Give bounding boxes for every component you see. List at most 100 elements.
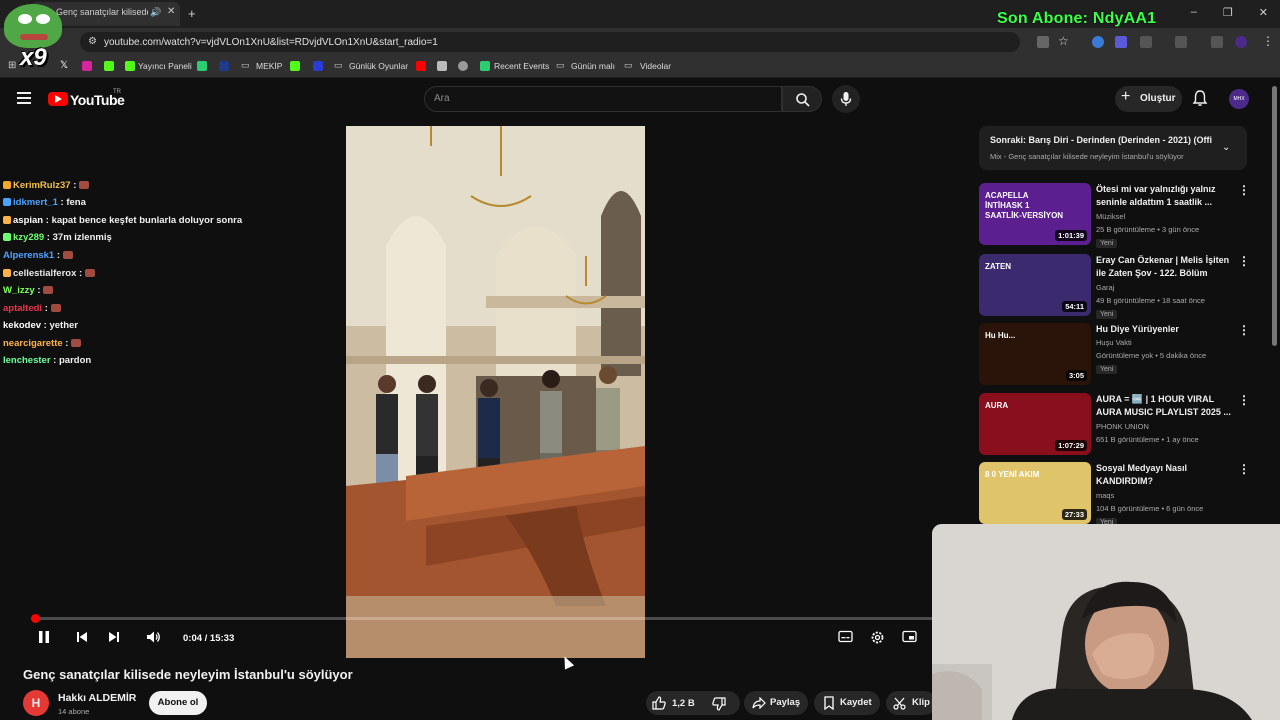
- more-options-icon[interactable]: ⋮: [1238, 323, 1250, 337]
- bookmark-recent-events[interactable]: Recent Events: [494, 61, 549, 71]
- up-next-panel[interactable]: [979, 126, 1247, 170]
- clip-button[interactable]: Klip: [886, 691, 936, 715]
- progress-bar[interactable]: [34, 617, 932, 620]
- recommendation-title[interactable]: Sosyal Medyayı Nasıl KANDIRDIM?: [1096, 462, 1231, 488]
- recommendation-title[interactable]: Ötesi mi var yalnızlığı yalnız seninle a…: [1096, 183, 1231, 209]
- recommendation-channel[interactable]: PHONK UNION: [1096, 422, 1149, 431]
- recommendation-thumbnail[interactable]: ZATEN 54:11: [979, 254, 1091, 316]
- recommendation-channel[interactable]: maqs: [1096, 491, 1114, 500]
- tab-search-icon[interactable]: [1211, 36, 1223, 48]
- extension-icon[interactable]: [1115, 36, 1127, 48]
- channel-name[interactable]: Hakkı ALDEMİR: [58, 692, 136, 704]
- save-button[interactable]: Kaydet: [814, 691, 880, 715]
- channel-avatar[interactable]: H: [23, 690, 49, 716]
- bookmark-videolar[interactable]: Videolar: [640, 61, 671, 71]
- hamburger-menu-icon[interactable]: [17, 92, 31, 104]
- more-options-icon[interactable]: ⋮: [1238, 393, 1250, 407]
- subscribe-button[interactable]: Abone ol: [149, 691, 207, 715]
- subscriber-count: 14 abone: [58, 707, 90, 716]
- profile-icon[interactable]: [1235, 36, 1247, 48]
- chat-emote-icon: [62, 251, 73, 260]
- install-icon[interactable]: [1037, 36, 1049, 48]
- extension-icon[interactable]: [1092, 36, 1104, 48]
- bookmark-gunun-mali[interactable]: Günün malı: [571, 61, 615, 71]
- account-avatar[interactable]: MHX: [1229, 89, 1249, 109]
- pause-button[interactable]: [38, 630, 50, 647]
- instagram-bookmark-icon[interactable]: [82, 61, 92, 71]
- progress-scrubber[interactable]: [31, 614, 40, 623]
- bookmark-icon[interactable]: [219, 61, 229, 71]
- bookmark-icon[interactable]: [197, 61, 207, 71]
- chevron-down-icon[interactable]: ⌄: [1222, 142, 1230, 153]
- previous-button[interactable]: [76, 630, 88, 647]
- previous-icon: [77, 632, 87, 642]
- recommendation-meta: 104 B görüntüleme • 6 gün önce: [1096, 504, 1204, 513]
- bookmark-yayinci-paneli[interactable]: Yayıncı Paneli: [138, 61, 192, 71]
- more-options-icon[interactable]: ⋮: [1238, 254, 1250, 268]
- recommendation-thumbnail[interactable]: AURA 1:07:29: [979, 393, 1091, 455]
- url-text[interactable]: youtube.com/watch?v=vjdVLOn1XnU&list=RDv…: [104, 37, 438, 48]
- next-button[interactable]: [108, 630, 120, 647]
- more-options-icon[interactable]: ⋮: [1238, 462, 1250, 476]
- site-info-icon[interactable]: ⚙: [88, 36, 97, 47]
- voice-search-button[interactable]: [832, 85, 860, 113]
- kick-bookmark-icon[interactable]: [290, 61, 300, 71]
- sidebar-icon[interactable]: [1175, 36, 1187, 48]
- kick-bookmark-icon[interactable]: [104, 61, 114, 71]
- bookmark-mekip[interactable]: MEKİP: [256, 61, 282, 71]
- recommendation-channel[interactable]: Garaj: [1096, 283, 1114, 292]
- tab-close-icon[interactable]: ✕: [167, 6, 175, 17]
- close-window-button[interactable]: ✕: [1259, 6, 1268, 19]
- maximize-button[interactable]: ❐: [1223, 6, 1233, 19]
- bookmark-gunluk-oyunlar[interactable]: Günlük Oyunlar: [349, 61, 408, 71]
- recommendation-thumbnail[interactable]: Hu Hu... 3:05: [979, 323, 1091, 385]
- video-frame[interactable]: [346, 126, 645, 658]
- youtube-bookmark-icon[interactable]: [416, 61, 426, 71]
- kick-bookmark-icon[interactable]: [125, 61, 135, 71]
- minimize-button[interactable]: –: [1191, 6, 1197, 19]
- apps-grid-icon[interactable]: ⊞: [8, 60, 16, 71]
- page-scrollbar[interactable]: [1272, 86, 1277, 346]
- recommendation-title[interactable]: Hu Diye Yürüyenler: [1096, 323, 1231, 336]
- recommendation-meta: 25 B görüntüleme • 3 gün önce: [1096, 225, 1200, 234]
- recommendation-title[interactable]: Eray Can Özkenar | Melis İşiten ile Zate…: [1096, 254, 1231, 280]
- miniplayer-button[interactable]: [902, 630, 917, 646]
- new-tab-button[interactable]: +: [188, 6, 196, 21]
- bookmark-icon[interactable]: [313, 61, 323, 71]
- x-bookmark-icon[interactable]: 𝕏: [60, 60, 68, 71]
- chat-message: cellestialferox :: [3, 268, 95, 279]
- chat-badge-icon: [3, 216, 11, 225]
- bookmark-icon[interactable]: [437, 61, 447, 71]
- new-badge: Yeni: [1096, 365, 1118, 374]
- recommendation-channel[interactable]: Müziksel: [1096, 212, 1125, 221]
- more-options-icon[interactable]: ⋮: [1238, 183, 1250, 197]
- browser-menu-icon[interactable]: ⋮: [1262, 34, 1274, 48]
- share-button[interactable]: Paylaş: [744, 691, 808, 715]
- search-button[interactable]: [782, 86, 822, 112]
- bookmark-star-icon[interactable]: ☆: [1058, 34, 1069, 48]
- recommendation-thumbnail[interactable]: ACAPELLA İNTİHASK 1 SAATLİK-VERSİYON 1:01…: [979, 183, 1091, 245]
- notifications-bell-icon[interactable]: [1192, 89, 1208, 107]
- recommendation-thumbnail[interactable]: 8 0 YENİ AKIM 27:33: [979, 462, 1091, 524]
- settings-button[interactable]: [870, 630, 885, 648]
- folder-icon: ▭: [556, 60, 565, 70]
- tab-audio-icon[interactable]: 🔊: [150, 7, 161, 18]
- bookmark-icon: [824, 696, 834, 710]
- volume-button[interactable]: [146, 630, 162, 647]
- bookmark-icon[interactable]: [480, 61, 490, 71]
- bookmark-icon[interactable]: [458, 61, 468, 71]
- dislike-button[interactable]: [712, 697, 726, 716]
- recommendation-title[interactable]: AURA = 🆒 | 1 HOUR VIRAL AURA MUSIC PLAYL…: [1096, 393, 1231, 419]
- search-input[interactable]: [424, 86, 782, 112]
- subtitles-button[interactable]: [838, 630, 853, 646]
- like-button[interactable]: [652, 696, 666, 715]
- chat-message: aspian : kapat bence keşfet bunlarla dol…: [3, 215, 242, 226]
- chat-username: KerimRulz37: [13, 180, 71, 191]
- chat-message: kzy289 : 37m izlenmiş: [3, 232, 112, 243]
- extensions-puzzle-icon[interactable]: [1140, 36, 1152, 48]
- chat-emote-icon: [71, 339, 82, 348]
- recommendation-channel[interactable]: Huşu Vakti: [1096, 338, 1132, 347]
- tab-title[interactable]: Genç sanatçılar kilisede ney: [56, 7, 148, 17]
- thumbnail-text: AURA: [985, 401, 1009, 410]
- up-next-title[interactable]: Sonraki: Barış Diri - Derinden (Derinden…: [990, 135, 1212, 145]
